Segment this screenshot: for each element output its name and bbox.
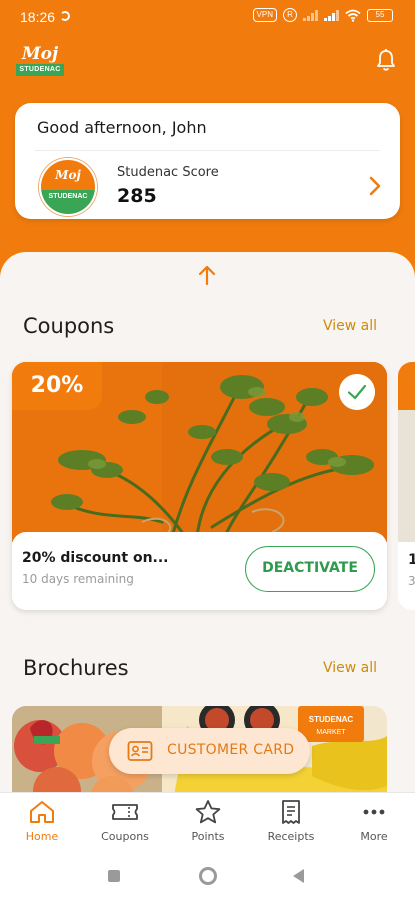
main-sheet: Coupons View all 20% 20% discount on... …	[0, 252, 415, 792]
badge-logo-text: Moj	[41, 160, 95, 190]
discount-badge: 20%	[12, 362, 102, 410]
nav-home[interactable]: Home	[12, 799, 72, 847]
nav-more[interactable]: More	[344, 799, 404, 847]
receipt-icon	[282, 800, 300, 824]
score-value: 285	[117, 185, 157, 207]
nav-coupons-label: Coupons	[101, 830, 149, 843]
id-card-icon	[127, 741, 153, 761]
logo-text: Moj	[21, 44, 59, 64]
customer-card-button[interactable]: CUSTOMER CARD	[109, 728, 310, 774]
coupons-view-all-link[interactable]: View all	[323, 318, 377, 334]
status-bar: 18:26 VPN R 55	[0, 0, 415, 34]
nav-points[interactable]: Points	[178, 799, 238, 847]
brochures-view-all-link[interactable]: View all	[323, 660, 377, 676]
badge-band: STUDENAC	[41, 189, 95, 214]
star-icon	[195, 800, 221, 824]
nav-coupons[interactable]: Coupons	[95, 799, 155, 847]
moj-studenac-logo[interactable]: Moj STUDENAC	[16, 44, 64, 78]
coupon-card[interactable]: 20% 20% discount on... 10 days remaining…	[12, 362, 387, 610]
home-system-button[interactable]	[199, 867, 217, 885]
nav-receipts-label: Receipts	[267, 830, 315, 843]
deactivate-button[interactable]: DEACTIVATE	[245, 546, 375, 592]
coupon-remaining-next: 3	[408, 574, 415, 588]
do-not-disturb-icon	[60, 11, 70, 21]
chevron-right-icon[interactable]	[368, 175, 382, 197]
nav-more-label: More	[360, 830, 388, 843]
greeting-text: Good afternoon, John	[37, 118, 207, 137]
coupon-title-next: 1	[408, 552, 415, 568]
status-icons: VPN R 55	[252, 8, 393, 22]
back-button[interactable]	[293, 869, 304, 883]
recents-button[interactable]	[108, 870, 120, 882]
ticket-icon	[112, 804, 138, 820]
battery-icon: 55	[367, 8, 393, 22]
signal-icon	[303, 9, 318, 21]
coupon-title: 20% discount on...	[22, 550, 169, 566]
nav-home-label: Home	[25, 830, 59, 843]
coupon-body: 20% discount on... 10 days remaining DEA…	[12, 532, 387, 610]
score-badge: Moj STUDENAC	[39, 158, 97, 216]
brochures-title: Brochures	[23, 656, 129, 680]
divider	[35, 150, 380, 151]
coupon-card-next[interactable]: 1 3	[398, 362, 415, 610]
customer-card-label: CUSTOMER CARD	[167, 742, 295, 758]
status-time: 18:26	[20, 9, 56, 25]
wifi-icon	[345, 9, 361, 22]
coupon-remaining: 10 days remaining	[22, 572, 134, 586]
home-icon	[30, 801, 54, 823]
discount-badge-next	[398, 362, 415, 410]
vpn-icon: VPN	[252, 8, 277, 22]
bell-icon[interactable]	[375, 48, 397, 72]
coupons-title: Coupons	[23, 314, 115, 338]
logo-band: STUDENAC	[16, 64, 64, 76]
nav-points-label: Points	[191, 830, 225, 843]
brochure-store-name: STUDENAC	[309, 715, 354, 724]
arrow-up-icon[interactable]	[197, 264, 217, 286]
brochure-store-sub: MARKET	[316, 729, 346, 736]
greeting-card[interactable]: Good afternoon, John Moj STUDENAC Studen…	[15, 103, 400, 219]
checkmark-icon	[339, 374, 375, 410]
score-label: Studenac Score	[117, 165, 219, 180]
more-icon	[363, 809, 385, 815]
nav-receipts[interactable]: Receipts	[261, 799, 321, 847]
system-nav-bar	[0, 850, 415, 900]
bottom-nav: Home Coupons Points Receipts More	[0, 792, 415, 850]
signal-icon-2	[324, 9, 339, 21]
registered-icon: R	[283, 8, 297, 22]
